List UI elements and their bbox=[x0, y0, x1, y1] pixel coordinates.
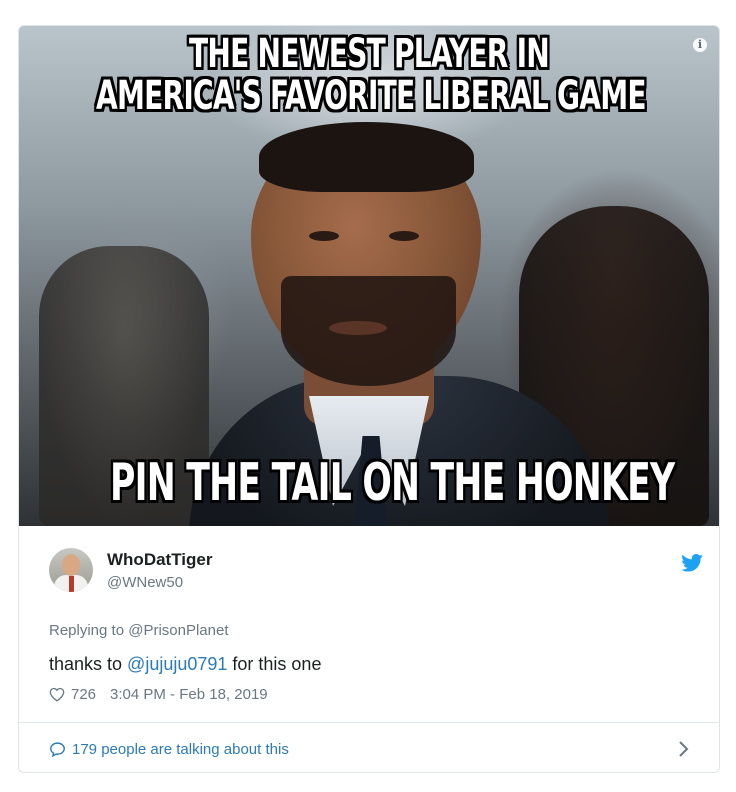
timestamp[interactable]: 3:04 PM - Feb 18, 2019 bbox=[110, 686, 268, 703]
tweet-text: thanks to @jujuju0791 for this one bbox=[49, 654, 321, 675]
mention-link[interactable]: @jujuju0791 bbox=[127, 654, 227, 674]
conversation-link[interactable]: 179 people are talking about this bbox=[49, 736, 689, 762]
reply-to-link[interactable]: @PrisonPlanet bbox=[128, 622, 228, 639]
meme-caption-top-1: THE NEWEST PLAYER IN bbox=[189, 31, 550, 77]
talking-label: 179 people are talking about this bbox=[72, 740, 289, 758]
right-eye bbox=[389, 231, 419, 241]
like-count[interactable]: 726 bbox=[71, 686, 96, 703]
tweet-card: THE NEWEST PLAYER IN AMERICA'S FAVORITE … bbox=[18, 25, 720, 773]
left-eye bbox=[309, 231, 339, 241]
author-handle[interactable]: @WNew50 bbox=[107, 574, 183, 591]
reply-context: Replying to @PrisonPlanet bbox=[49, 622, 229, 639]
heart-icon[interactable] bbox=[49, 687, 65, 702]
tweet-text-before: thanks to bbox=[49, 654, 128, 674]
twitter-bird-icon[interactable] bbox=[681, 554, 703, 572]
mouth bbox=[329, 321, 387, 335]
chevron-right-icon[interactable] bbox=[677, 740, 689, 758]
avatar[interactable] bbox=[49, 548, 93, 592]
meme-image[interactable]: THE NEWEST PLAYER IN AMERICA'S FAVORITE … bbox=[19, 26, 719, 526]
speech-bubble-icon bbox=[50, 741, 65, 757]
tweet-meta: 726 3:04 PM - Feb 18, 2019 bbox=[49, 686, 268, 703]
hair bbox=[259, 122, 474, 192]
meme-caption-bottom: PIN THE TAIL ON THE HONKEY bbox=[110, 453, 675, 513]
author-display-name[interactable]: WhoDatTiger bbox=[107, 550, 212, 570]
avatar-tie bbox=[69, 576, 74, 592]
tweet-text-after: for this one bbox=[227, 654, 322, 674]
meme-caption-top-2: AMERICA'S FAVORITE LIBERAL GAME bbox=[96, 73, 647, 119]
info-icon[interactable]: i bbox=[693, 38, 707, 52]
divider bbox=[19, 722, 719, 723]
avatar-face bbox=[62, 554, 80, 576]
reply-prefix: Replying to bbox=[49, 622, 125, 639]
